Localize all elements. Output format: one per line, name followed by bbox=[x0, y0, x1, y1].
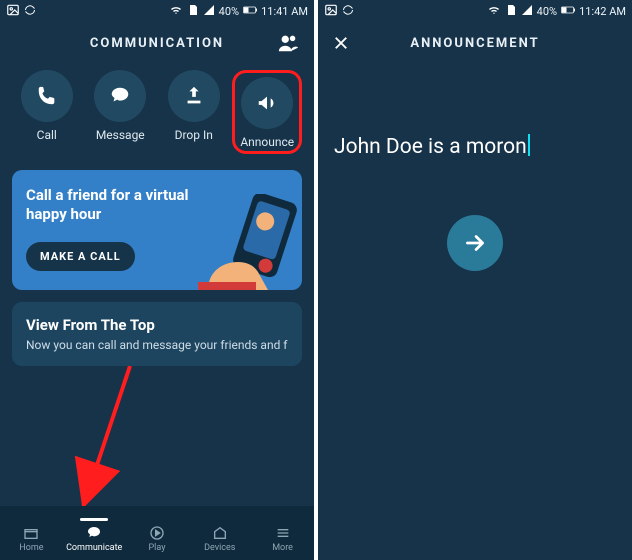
close-icon[interactable] bbox=[332, 34, 350, 56]
promo-card[interactable]: Call a friend for a virtual happy hour M… bbox=[12, 170, 302, 290]
tab-label: Communicate bbox=[66, 543, 122, 553]
action-row: Call Message Drop In Announce bbox=[0, 64, 314, 164]
sd-icon bbox=[505, 4, 517, 19]
header: COMMUNICATION bbox=[0, 22, 314, 64]
action-announce[interactable]: Announce bbox=[232, 70, 302, 154]
sync-icon bbox=[342, 4, 354, 19]
promo-headline: Call a friend for a virtual happy hour bbox=[26, 186, 226, 224]
signal-icon bbox=[203, 4, 215, 19]
action-label: Drop In bbox=[175, 128, 213, 142]
page-title: ANNOUNCEMENT bbox=[410, 36, 539, 51]
battery-icon bbox=[243, 5, 257, 18]
send-button[interactable] bbox=[447, 215, 503, 271]
info-card[interactable]: View From The Top Now you can call and m… bbox=[12, 302, 302, 366]
battery-pct: 40% bbox=[537, 5, 557, 18]
battery-pct: 40% bbox=[219, 5, 239, 18]
page-title: COMMUNICATION bbox=[90, 36, 224, 51]
action-dropin[interactable]: Drop In bbox=[159, 70, 229, 154]
action-call[interactable]: Call bbox=[12, 70, 82, 154]
action-label: Call bbox=[37, 128, 57, 142]
clock: 11:41 AM bbox=[261, 5, 308, 18]
tab-label: Home bbox=[19, 543, 43, 553]
phone-left: 40% 11:41 AM COMMUNICATION Call Message … bbox=[0, 0, 314, 560]
image-icon bbox=[324, 3, 338, 20]
make-call-button[interactable]: MAKE A CALL bbox=[26, 242, 135, 271]
announcement-text: John Doe is a moron bbox=[334, 135, 527, 159]
red-arrow-annotation bbox=[20, 366, 140, 510]
wifi-icon bbox=[169, 4, 183, 19]
wifi-icon bbox=[487, 4, 501, 19]
sd-icon bbox=[187, 4, 199, 19]
tab-label: Play bbox=[149, 543, 166, 553]
hand-phone-illustration bbox=[198, 194, 302, 290]
action-label: Announce bbox=[240, 135, 294, 149]
contacts-icon[interactable] bbox=[276, 32, 300, 58]
action-message[interactable]: Message bbox=[85, 70, 155, 154]
tab-communicate[interactable]: Communicate bbox=[64, 518, 124, 553]
header: ANNOUNCEMENT bbox=[318, 22, 632, 64]
info-title: View From The Top bbox=[26, 316, 288, 334]
clock: 11:42 AM bbox=[579, 5, 626, 18]
image-icon bbox=[6, 3, 20, 20]
tab-bar: Home Communicate Play Devices More bbox=[0, 506, 314, 560]
text-cursor bbox=[528, 134, 530, 156]
status-bar: 40% 11:42 AM bbox=[318, 0, 632, 22]
tab-home[interactable]: Home bbox=[1, 518, 61, 553]
status-bar: 40% 11:41 AM bbox=[0, 0, 314, 22]
battery-icon bbox=[561, 5, 575, 18]
tab-more[interactable]: More bbox=[253, 518, 313, 553]
tab-devices[interactable]: Devices bbox=[190, 518, 250, 553]
tab-play[interactable]: Play bbox=[127, 518, 187, 553]
sync-icon bbox=[24, 4, 36, 19]
info-body: Now you can call and message your friend… bbox=[26, 338, 288, 352]
signal-icon bbox=[521, 4, 533, 19]
action-label: Message bbox=[96, 128, 145, 142]
announcement-input[interactable]: John Doe is a moron bbox=[318, 64, 632, 159]
tab-label: Devices bbox=[204, 543, 235, 553]
phone-right: 40% 11:42 AM ANNOUNCEMENT John Doe is a … bbox=[318, 0, 632, 560]
tab-label: More bbox=[272, 543, 293, 553]
